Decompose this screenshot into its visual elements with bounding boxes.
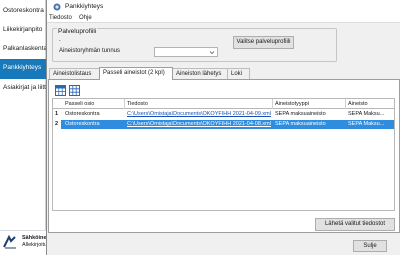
cell-material: SEPA Maksu... (348, 111, 385, 117)
material-group-select[interactable] (154, 47, 218, 57)
tab-panel-passeli: Passeli osio Tiedosto Aineistotyyppi Ain… (48, 79, 400, 233)
chevron-down-icon[interactable] (209, 49, 215, 56)
bank-app-icon (53, 3, 61, 11)
app-sidebar: Ostoreskontra Liikekirjanpito Palkanlask… (0, 0, 50, 255)
passeli-files-grid: Passeli osio Tiedosto Aineistotyyppi Ain… (52, 98, 395, 211)
material-group-label: Aineistoryhmän tunnus (59, 48, 121, 54)
cell-passeli-osio: Ostoreskontra (65, 121, 100, 127)
column-header-aineistotyyppi[interactable]: Aineistotyyppi (275, 101, 309, 107)
table-view-icon[interactable] (55, 85, 66, 96)
nav-item-asiakirjat[interactable]: Asiakirjat ja liitteet (0, 79, 46, 99)
cell-file-link[interactable]: C:\Users\Omistaja\Documents\OKOYFIHH 202… (127, 121, 271, 127)
select-service-profile-button[interactable]: Valitse palveluprofiili (233, 36, 294, 49)
row-number: 2 (55, 121, 59, 127)
service-profile-group: Palveluprofiili - Aineistoryhmän tunnus … (52, 28, 337, 62)
send-selected-files-button[interactable]: Lähetä valitut tiedostot (315, 218, 395, 231)
row-number: 1 (55, 111, 59, 117)
table-row-selected[interactable]: 2 Ostoreskontra C:\Users\Omistaja\Docume… (53, 120, 394, 129)
dialog-title: Pankkiyhteys (65, 3, 104, 10)
nav-item-ostoreskontra[interactable]: Ostoreskontra (0, 2, 46, 22)
nav-item-pankkiyhteys[interactable]: Pankkiyhteys (0, 59, 46, 79)
column-divider[interactable] (124, 99, 125, 109)
column-header-passeli-osio[interactable]: Passeli osio (65, 101, 94, 107)
signature-logo-icon (3, 235, 17, 249)
cell-material-type: SEPA maksuaineisto (275, 121, 326, 127)
pankkiyhteys-dialog: Pankkiyhteys Tiedosto Ohje Palveluprofii… (46, 0, 400, 255)
cell-material: SEPA Maksu... (348, 121, 385, 127)
close-button[interactable]: Sulje (353, 240, 387, 252)
tab-aineistolistaus[interactable]: Aineistolistaus (49, 68, 100, 79)
menu-ohje[interactable]: Ohje (79, 15, 92, 21)
column-divider[interactable] (272, 99, 273, 109)
grid-header: Passeli osio Tiedosto Aineistotyyppi Ain… (53, 99, 394, 109)
cell-file-link[interactable]: C:\Users\Omistaja\Documents\OKOYFIHH 202… (127, 111, 271, 117)
nav-item-palkanlaskenta[interactable]: Palkanlaskenta (0, 40, 46, 60)
service-profile-legend: Palveluprofiili (57, 28, 98, 35)
grid-view-icon[interactable] (69, 85, 80, 96)
cell-material-type: SEPA maksuaineisto (275, 111, 326, 117)
nav-item-liikekirjanpito[interactable]: Liikekirjanpito (0, 21, 46, 41)
column-header-aineisto[interactable]: Aineisto (348, 101, 368, 107)
tab-passeli-aineistot[interactable]: Passeli aineistot (2 kpl) (99, 67, 173, 80)
service-profile-value: - (59, 38, 61, 44)
menu-tiedosto[interactable]: Tiedosto (49, 15, 72, 21)
table-row[interactable]: 1 Ostoreskontra C:\Users\Omistaja\Docume… (53, 110, 394, 119)
app-bottom-panel: Sähköinen Allekirjoitus (0, 230, 50, 255)
menu-bar: Tiedosto Ohje (47, 13, 400, 23)
column-header-tiedosto[interactable]: Tiedosto (127, 101, 148, 107)
title-bar[interactable]: Pankkiyhteys (47, 0, 400, 13)
tab-loki[interactable]: Loki (227, 68, 250, 79)
column-divider[interactable] (345, 99, 346, 109)
tab-aineiston-lahetys[interactable]: Aineiston lähetys (172, 68, 228, 79)
cell-passeli-osio: Ostoreskontra (65, 111, 100, 117)
